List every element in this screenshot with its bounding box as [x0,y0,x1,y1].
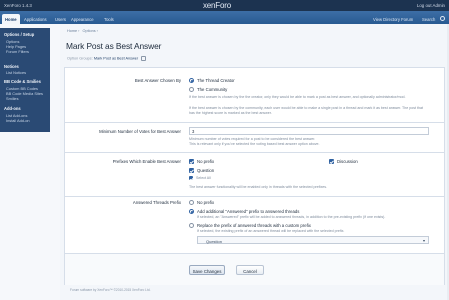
option-group-value[interactable]: Mark Post as Best Answer [94,57,138,61]
chosen-by-label: Best Answer Chosen By [134,78,181,83]
prefix-select-all-checkbox[interactable] [189,176,193,180]
chosen-by-thread-creator-radio[interactable] [189,78,194,83]
tab-applications[interactable]: Applications [24,14,47,24]
chosen-by-community-radio[interactable] [189,87,194,92]
logout-link[interactable]: Log out Admin [417,3,445,8]
tab-home[interactable]: Home [2,14,20,24]
chosen-by-hint-1: If the best answer is chosen by the the … [189,95,406,99]
search-link[interactable]: Search [422,17,435,22]
answered-replace-prefix-label[interactable]: Replace the prefix of answered threads w… [197,223,311,228]
main-navigation: Home Applications Users Appearance Tools… [0,11,449,24]
divider [65,196,444,197]
answered-prefix-label: Answered Threads Prefix [132,200,181,205]
answered-add-prefix-radio[interactable] [189,209,194,214]
search-icon[interactable] [440,16,445,21]
options-form: Best Answer Chosen By The Thread Creator… [64,67,445,285]
answered-add-prefix-label[interactable]: Add additional "Answered" prefix to answ… [197,209,299,214]
xenforo-logo: xenForo [203,1,231,10]
chosen-by-hint-2: If the best answer is chosen by the comm… [189,106,423,115]
prefixes-label: Prefixes Which Enable Best Answer [112,159,181,164]
sidebar-item-smilies[interactable]: Smilies [6,96,19,101]
copyright-notice: Forum software by XenForo™ ©2010-2015 Xe… [70,288,151,292]
sidebar-item-list-notices[interactable]: List Notices [6,70,26,75]
top-bar: XenForo 1.4.3 xenForo Log out Admin [0,0,449,11]
answered-no-prefix-label[interactable]: No prefix [197,200,214,205]
sidebar-nav: Options / Setup Options Help Pages Forum… [0,28,50,132]
prefixes-hint: The best answer functionality will be en… [189,185,328,189]
min-votes-hint-2: This is relevant only if you've selected… [189,142,320,146]
save-changes-button[interactable]: Save Changes [189,265,225,275]
divider [65,152,444,153]
option-group-dropdown-icon[interactable] [141,56,147,61]
breadcrumb-options[interactable]: Options › [83,29,98,33]
page-title: Mark Post as Best Answer [66,41,162,51]
sidebar-section-options: Options / Setup [4,32,35,37]
form-button-bar: Save Changes Cancel [65,253,444,285]
tab-appearance[interactable]: Appearance [71,14,94,24]
min-votes-hint-1: Minimum number of votes required for a p… [189,137,316,141]
view-forum-link[interactable]: View Directory Forum [373,17,413,22]
tab-users[interactable]: Users [55,14,66,24]
chosen-by-community-label[interactable]: The Community [197,87,227,92]
cancel-button[interactable]: Cancel [236,265,264,275]
prefix-no-prefix-checkbox[interactable] [189,159,194,164]
prefix-discussion-checkbox[interactable] [329,159,334,164]
sidebar-item-install-addon[interactable]: Install Add-on [6,118,30,123]
version-label: XenForo 1.4.3 [4,3,32,8]
sidebar-section-notices: Notices [4,64,19,69]
option-group-label: Option Groups: [67,56,93,61]
prefix-select-all-label[interactable]: Select All [196,176,211,181]
sidebar-section-bbcode: BB Code & Smilies [4,79,41,84]
tab-tools[interactable]: Tools [104,14,114,24]
min-votes-label: Minimum Number of Votes for Best Answer [99,129,181,134]
answered-no-prefix-radio[interactable] [189,200,194,205]
divider [65,122,444,123]
min-votes-input[interactable]: 3 [189,127,429,135]
main-content: Home › Options › Mark Post as Best Answe… [60,24,447,300]
prefix-no-prefix-label[interactable]: No prefix [197,159,214,164]
chosen-by-thread-creator-label[interactable]: The Thread Creator [197,78,235,83]
prefix-question-checkbox[interactable] [189,168,194,173]
breadcrumb: Home › Options › [67,29,98,33]
answered-prefix-select[interactable]: Question [197,236,429,244]
prefix-question-label[interactable]: Question [197,168,214,173]
answered-replace-prefix-hint: If selected, the existing prefix of an a… [197,229,345,233]
answered-prefix-select-value: Question [206,238,223,244]
sidebar: Options / Setup Options Help Pages Forum… [0,24,60,300]
sidebar-item-forum-filters[interactable]: Forum Filters [6,49,29,54]
chevron-down-icon [423,240,425,242]
answered-add-prefix-hint: If selected, an "Answered" prefix will b… [197,215,386,219]
breadcrumb-home[interactable]: Home › [67,29,79,33]
sidebar-section-addons: Add-ons [4,106,21,111]
answered-replace-prefix-radio[interactable] [189,223,194,228]
option-group-selector: Option Groups: Mark Post as Best Answer [67,56,147,61]
prefix-discussion-label[interactable]: Discussion [337,159,358,164]
